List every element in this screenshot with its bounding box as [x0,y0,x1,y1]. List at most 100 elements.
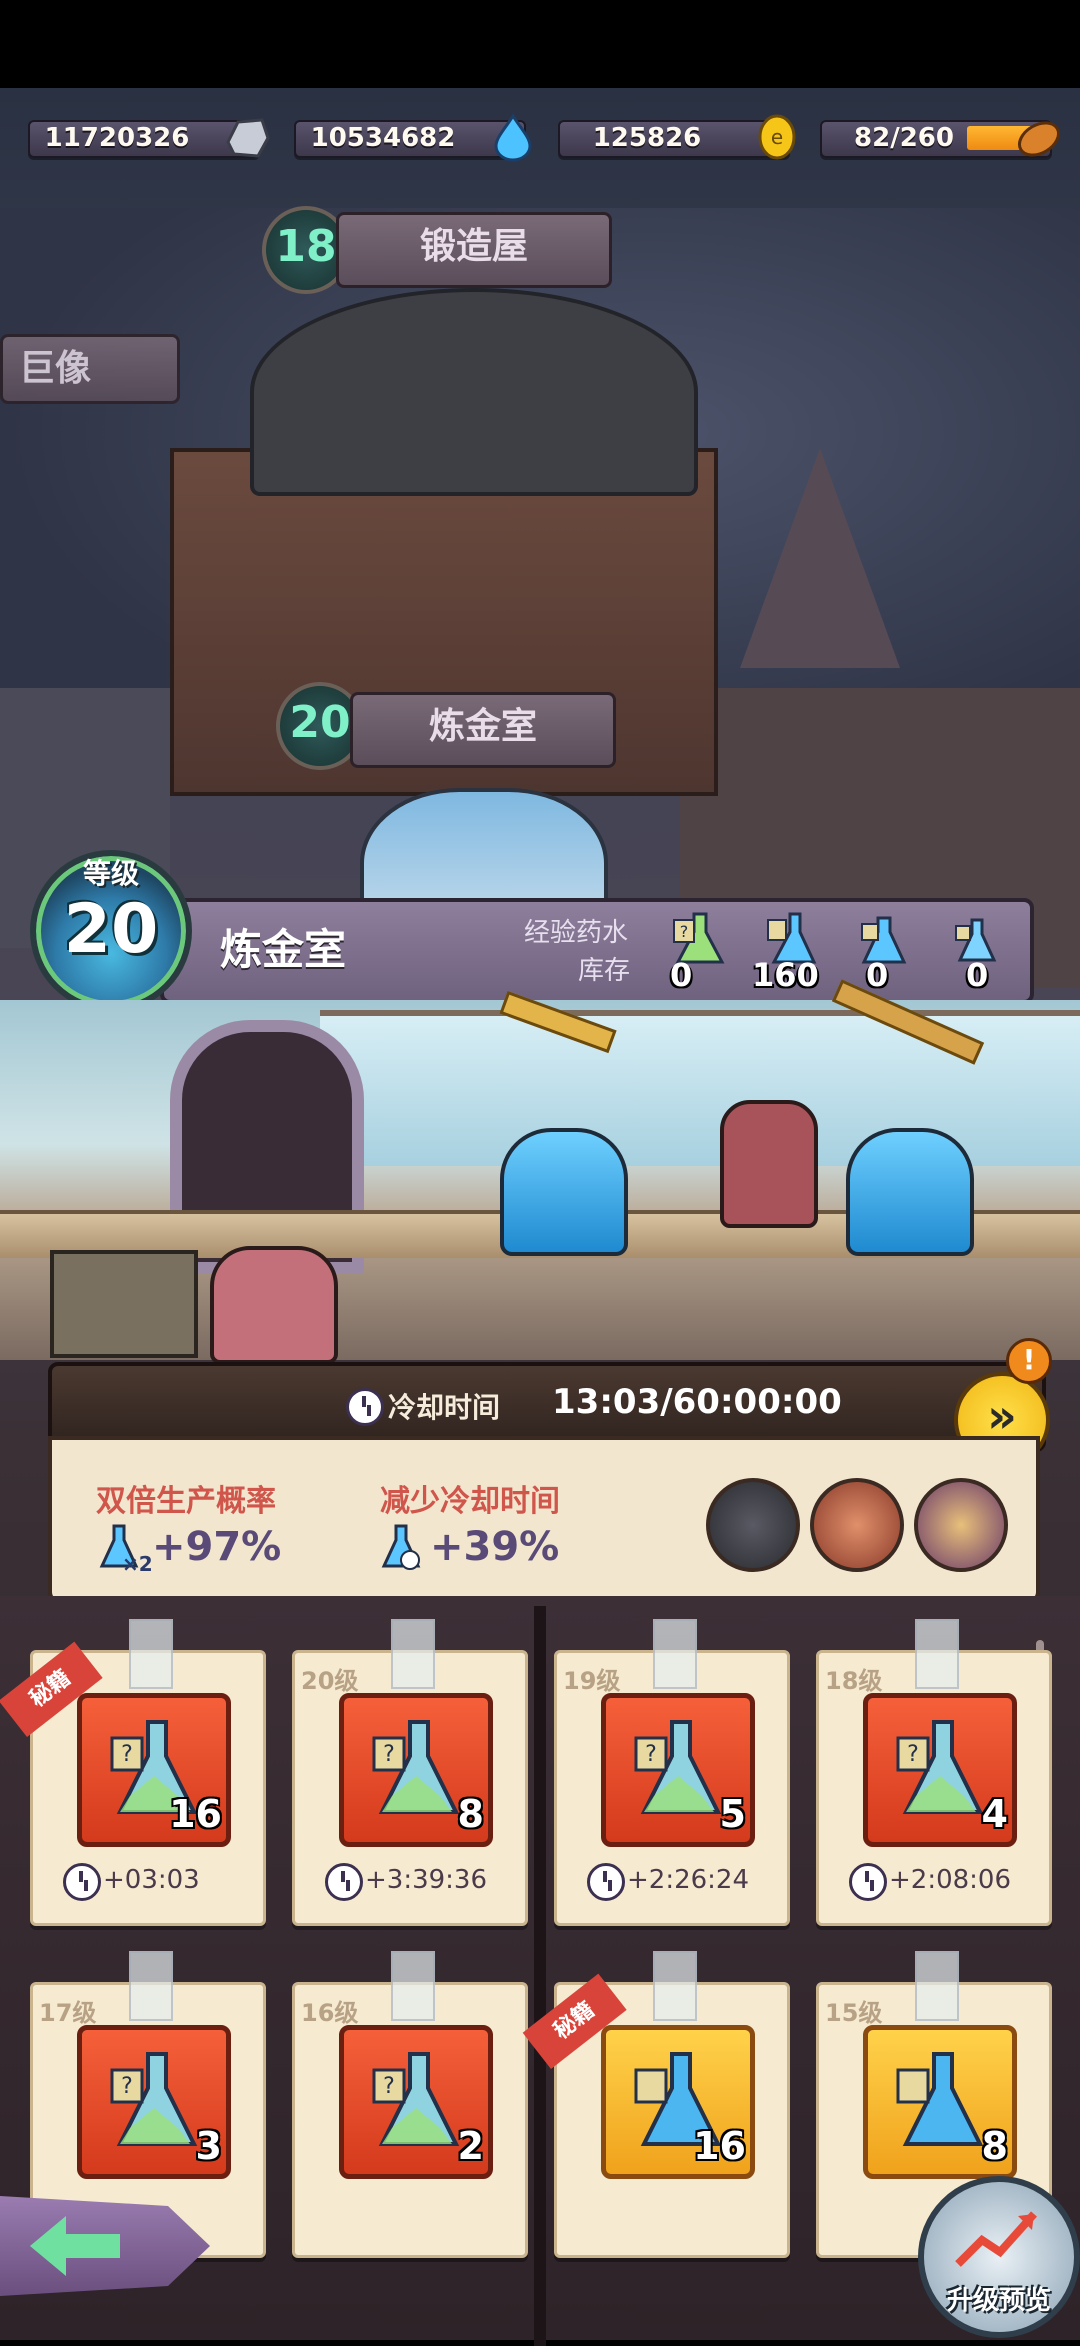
bread-icon [1018,121,1060,157]
potion-count-blue-tag: 160 [752,956,819,994]
alchemy-name: 炼金室 [428,706,537,747]
stone-amount: 11720326 [44,123,190,153]
resource-gold[interactable]: 125826 e [558,114,796,160]
recipe-count: 8 [457,1792,484,1836]
cooldown-potion-icon [381,1524,421,1570]
svg-text:e: e [771,125,783,149]
water-drop-icon [494,113,532,162]
recipe-tile: ? 4 [863,1693,1017,1847]
recipe-tile: ? 8 [339,1693,493,1847]
tape-decoration [915,1619,959,1689]
cooldown-label: 冷却时间 [388,1391,501,1424]
clock-icon [587,1863,625,1901]
clock-icon [63,1863,101,1901]
recipe-tile: 8 [863,2025,1017,2179]
cooldown-reduce-label: 减少冷却时间 [380,1484,560,1519]
recipe-count: 8 [981,2124,1008,2168]
recipe-card[interactable]: 16 秘籍 [522,1951,790,2258]
cooldown-reduce-value: +39% [430,1524,560,1570]
svg-text:?: ? [645,1742,657,1767]
colossus-name: 巨像 [19,348,92,389]
svg-text:?: ? [907,1742,919,1767]
workshop-window [320,1010,1080,1166]
svg-text:?: ? [121,2074,133,2099]
resource-stamina[interactable]: 82/260 [820,120,1060,158]
recipe-time: +03:03 [103,1865,200,1895]
recipe-level-tag: 19级 [563,1667,621,1695]
tape-decoration [391,1951,435,2021]
level-badge: 等级 20 [30,850,192,1012]
potion-flask-1 [500,1128,628,1256]
mystery-potion-icon: ? [896,1720,984,1814]
book-spine [534,1606,546,2346]
recipe-count: 16 [169,1792,222,1836]
stone-icon [226,118,270,158]
tape-decoration [653,1951,697,2021]
recipe-level-tag: 16级 [301,1999,359,2027]
control-panel [50,1250,198,1358]
mystery-potion-icon: ? [634,1720,722,1814]
potion-count-mystery: 0 [670,956,693,994]
colossus-label[interactable]: 巨像 [0,334,180,404]
recipe-count: 3 [195,2124,222,2168]
arrow-left-icon [30,2216,120,2276]
recipe-count: 16 [693,2124,746,2168]
forge-machine [250,288,698,496]
upgrade-chart-icon [955,2211,1037,2267]
hero-avatar-1[interactable] [706,1478,800,1572]
resource-water[interactable]: 10534682 [294,113,532,162]
recipe-count: 5 [719,1792,746,1836]
double-badge: ×2 [122,1552,153,1576]
cooldown-value: 13:03/60:00:00 [552,1382,842,1422]
mystery-potion-icon: ? [372,2052,460,2146]
upgrade-preview-button[interactable]: 升级预览 [918,2176,1080,2338]
mystery-potion-icon: ? [110,2052,198,2146]
level-label: 等级 [82,857,139,890]
recipe-level-tag: 15级 [825,1999,883,2027]
recipe-card[interactable]: ? 16 +03:03 秘籍 [0,1619,266,1926]
potion-count-small-blue: 0 [966,956,989,994]
hero-avatar-3[interactable] [914,1478,1008,1572]
svg-text:?: ? [680,922,689,941]
recipe-count: 4 [981,1792,1008,1836]
recipe-tile: ? 5 [601,1693,755,1847]
forge-label[interactable]: 锻造屋 [336,212,612,288]
recipe-level-tag: 20级 [301,1667,359,1695]
tape-decoration [129,1951,173,2021]
building-title: 炼金室 [220,925,347,974]
gold-coin-icon: e [758,114,796,160]
blue-potion-icon [896,2052,984,2146]
stock-label: 经验药水 [524,918,629,948]
recipe-card[interactable]: 19级? 5 +2:26:24 [554,1619,790,1926]
alchemy-label[interactable]: 炼金室 [350,692,616,768]
recipe-card[interactable]: 20级? 8 +3:39:36 [292,1619,528,1926]
svg-text:?: ? [383,1742,395,1767]
mystery-potion-icon: ? [372,1720,460,1814]
resource-stone[interactable]: 11720326 [28,118,270,158]
clock-icon [346,1388,384,1426]
alert-badge: ! [1006,1338,1052,1384]
stock-sublabel: 库存 [578,956,631,986]
tape-decoration [653,1619,697,1689]
hero-avatar-2[interactable] [810,1478,904,1572]
clock-icon [325,1863,363,1901]
alchemy-workshop-scene [0,979,1080,1364]
goblin-worker-1[interactable] [720,1100,818,1228]
svg-text:?: ? [121,1742,133,1767]
goblin-worker-2[interactable] [210,1246,338,1364]
recipe-time: +2:08:06 [889,1865,1012,1895]
stamina-amount: 82/260 [854,123,954,153]
forge-name: 锻造屋 [419,226,528,267]
upgrade-preview-label: 升级预览 [946,2286,1051,2316]
recipe-tile: 16 [601,2025,755,2179]
gold-amount: 125826 [592,123,702,153]
clock-icon [849,1863,887,1901]
recipe-tile: ? 16 [77,1693,231,1847]
recipe-time: +3:39:36 [365,1865,488,1895]
tape-decoration [391,1619,435,1689]
potion-flask-2 [846,1128,974,1256]
recipe-card[interactable]: 18级? 4 +2:08:06 [816,1619,1052,1926]
recipe-tile: ? 3 [77,2025,231,2179]
recipe-card[interactable]: 16级? 2 [292,1951,528,2258]
water-amount: 10534682 [310,123,456,153]
